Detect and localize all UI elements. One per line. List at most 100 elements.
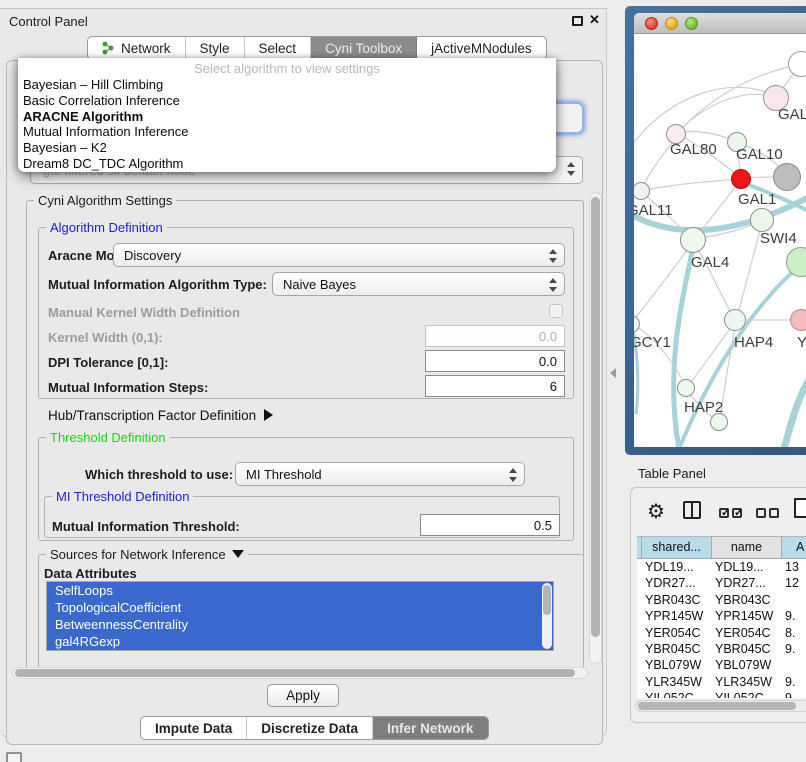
tab-style[interactable]: Style [186, 37, 245, 59]
group-title: Cyni Algorithm Settings [34, 193, 176, 208]
mi-threshold-label: Mutual Information Threshold: [52, 519, 240, 534]
dropdown-item-selected[interactable]: ARACNE Algorithm [18, 109, 556, 125]
mi-steps-field[interactable]: 6 [425, 375, 565, 397]
panel-divider-handle[interactable] [610, 368, 616, 378]
node-table: shared... name A YDL19...YDL19...13 YDR2… [637, 536, 806, 698]
table-row[interactable]: YER054CYER054C8. [637, 625, 806, 641]
group-title: Threshold Definition [46, 430, 170, 445]
status-chip[interactable] [6, 752, 22, 762]
table-row[interactable]: YBL079WYBL079W [637, 657, 806, 673]
table-row[interactable]: YLR345WYLR345W9. [637, 674, 806, 690]
close-icon[interactable]: ✕ [589, 12, 600, 28]
sources-group-title[interactable]: Sources for Network Inference [46, 547, 248, 562]
network-node-gal1[interactable] [731, 169, 751, 189]
network-node[interactable] [773, 163, 801, 191]
kernel-width-field[interactable]: 0.0 [425, 325, 565, 347]
minimize-traffic-light-icon[interactable] [665, 17, 678, 30]
deselect-all-checkboxes-icon[interactable] [756, 505, 782, 523]
network-icon [102, 41, 115, 55]
kernel-width-label: Kernel Width (0,1): [48, 330, 163, 345]
network-node[interactable] [790, 309, 806, 331]
tab-label: Network [121, 41, 171, 56]
dropdown-item[interactable]: Dream8 DC_TDC Algorithm [18, 156, 556, 172]
node-label: Y [797, 334, 806, 351]
which-threshold-value: MI Threshold [246, 467, 322, 482]
mi-type-select[interactable]: Naive Bayes [272, 272, 565, 296]
algorithm-dropdown-list: Select algorithm to view settings Bayesi… [18, 58, 556, 172]
zoom-traffic-light-icon[interactable] [685, 17, 698, 30]
control-panel-tabs: Network Style Select Cyni Toolbox jActiv… [87, 36, 547, 60]
dropdown-item[interactable]: Mutual Information Inference [18, 124, 556, 140]
manual-kernel-checkbox[interactable] [549, 304, 563, 318]
mi-type-label: Mutual Information Algorithm Type: [48, 277, 267, 292]
node-label: GCY1 [634, 334, 671, 351]
network-node-hap2[interactable] [677, 379, 695, 397]
table-row[interactable]: YDL19...YDL19...13 [637, 559, 806, 575]
table-header-row: shared... name A [637, 537, 806, 559]
node-label: SWI4 [760, 230, 797, 247]
network-node-gal4[interactable] [680, 227, 706, 253]
node-label: GAL4 [691, 254, 729, 271]
table-row[interactable]: YBR045CYBR045C9. [637, 641, 806, 657]
settings-horizontal-scrollbar[interactable] [12, 667, 588, 679]
float-window-icon[interactable] [572, 16, 583, 26]
list-item[interactable]: BetweennessCentrality [47, 616, 553, 633]
network-view-frame: GAL GAL80 GAL10 GAL1 GAL11 SWI4 GAL4 GCY… [625, 6, 806, 455]
stepper-icon [508, 467, 517, 483]
network-node-hap4[interactable] [724, 309, 746, 331]
manual-kernel-label: Manual Kernel Width Definition [48, 305, 240, 320]
group-title: MI Threshold Definition [52, 489, 193, 504]
node-label: GAL10 [736, 146, 783, 163]
apply-button[interactable]: Apply [267, 684, 339, 707]
tab-select[interactable]: Select [245, 37, 312, 59]
list-item[interactable]: gal4RGexp [47, 633, 553, 650]
network-canvas[interactable]: GAL GAL80 GAL10 GAL1 GAL11 SWI4 GAL4 GCY… [634, 34, 806, 447]
dpi-tolerance-label: DPI Tolerance [0,1]: [48, 355, 168, 370]
table-panel-title: Table Panel [638, 466, 706, 481]
list-scrollbar[interactable] [542, 583, 552, 649]
dropdown-placeholder: Select algorithm to view settings [18, 60, 556, 77]
select-all-checkboxes-icon[interactable] [719, 505, 745, 523]
split-columns-icon[interactable] [683, 501, 701, 519]
table-row[interactable]: YIL052CYIL052C9. [637, 690, 806, 698]
node-label: HAP4 [734, 334, 773, 351]
list-item[interactable]: SelfLoops [47, 582, 553, 599]
aracne-mode-select[interactable]: Discovery [113, 243, 565, 267]
tab-network[interactable]: Network [88, 37, 186, 59]
which-threshold-label: Which threshold to use: [85, 467, 233, 482]
tab-infer-network[interactable]: Infer Network [373, 717, 488, 739]
control-panel: Control Panel ✕ Network Style Se [0, 8, 607, 737]
expanded-arrow-icon [232, 550, 244, 558]
table-row[interactable]: YPR145WYPR145W9. [637, 608, 806, 624]
network-node-swi4[interactable] [750, 208, 774, 232]
app-screen: Control Panel ✕ Network Style Se [0, 0, 806, 762]
table-row[interactable]: YBR043CYBR043C [637, 592, 806, 608]
stepper-icon [548, 248, 557, 264]
panel-title: Control Panel [9, 14, 88, 29]
table-row[interactable]: YDR27...YDR27...12 [637, 575, 806, 591]
column-header-shared-name[interactable]: shared... [642, 537, 712, 558]
tab-impute-data[interactable]: Impute Data [141, 717, 247, 739]
dropdown-item[interactable]: Bayesian – K2 [18, 140, 556, 156]
tab-cyni-toolbox[interactable]: Cyni Toolbox [311, 37, 417, 59]
node-label: GAL [778, 106, 806, 123]
dropdown-item[interactable]: Basic Correlation Inference [18, 93, 556, 109]
node-label: HAP2 [684, 399, 723, 416]
hub-tf-section-toggle[interactable]: Hub/Transcription Factor Definition [48, 408, 273, 423]
list-item[interactable]: TopologicalCoefficient [47, 599, 553, 616]
dropdown-item[interactable]: Bayesian – Hill Climbing [18, 77, 556, 93]
which-threshold-select[interactable]: MI Threshold [235, 462, 525, 486]
gear-icon[interactable]: ⚙ [647, 499, 665, 524]
page-icon[interactable] [794, 498, 806, 518]
column-header-name[interactable]: name [712, 537, 782, 558]
tab-discretize-data[interactable]: Discretize Data [247, 717, 373, 739]
table-horizontal-scrollbar[interactable] [635, 700, 806, 712]
settings-vertical-scrollbar[interactable] [589, 192, 602, 664]
mi-threshold-field[interactable]: 0.5 [420, 514, 560, 536]
tab-jactivemnodules[interactable]: jActiveMNodules [417, 37, 546, 59]
table-panel: ⚙ shared... name A YDL19...YDL19...13 YD… [630, 487, 806, 723]
control-panel-titlebar: Control Panel ✕ [0, 9, 606, 33]
dpi-tolerance-field[interactable]: 0.0 [425, 350, 565, 372]
close-traffic-light-icon[interactable] [645, 17, 658, 30]
column-header-partial[interactable]: A [782, 537, 806, 558]
